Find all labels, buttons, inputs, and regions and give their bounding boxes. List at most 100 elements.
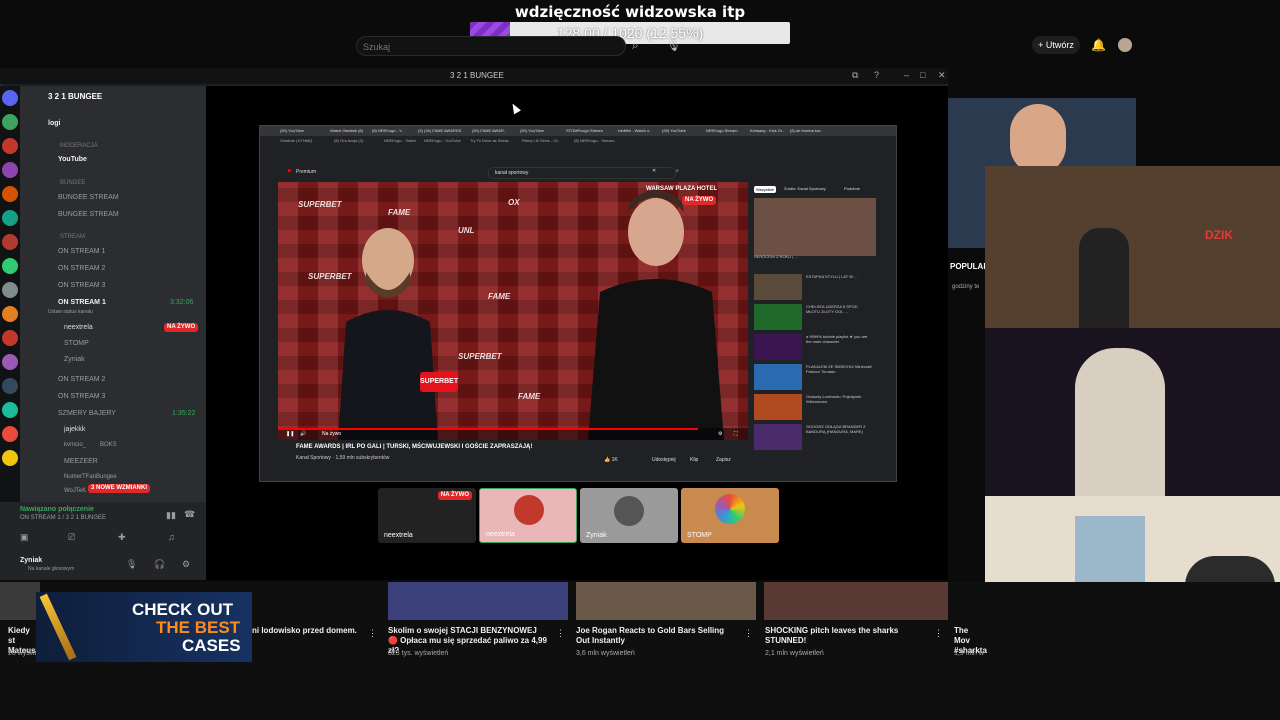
video-player[interactable]: SUPERBET FAME UNL OX SUPERBET FAME SUPER… bbox=[278, 182, 748, 440]
voice-channel-label[interactable]: ON STREAM 1 / 3 2 1 BUNGEE bbox=[20, 515, 106, 521]
more-options-icon[interactable]: ⋮ bbox=[556, 628, 565, 639]
video-thumbnail[interactable] bbox=[388, 582, 568, 620]
settings-icon[interactable]: ⚙ bbox=[718, 431, 722, 437]
more-options-icon[interactable]: ⋮ bbox=[934, 628, 943, 639]
browser-tab[interactable]: Kvbaaay - Kick Gr.. bbox=[750, 128, 784, 133]
channel-on-stream[interactable]: ON STREAM 3 bbox=[58, 282, 105, 289]
category-moderacja[interactable]: MODERACJA bbox=[60, 143, 98, 149]
member-name[interactable]: jajekkk bbox=[64, 426, 85, 433]
member-name[interactable]: neextrela bbox=[64, 324, 93, 331]
related-item[interactable]: a 9999% bubble playlist ★ you are the ma… bbox=[754, 334, 876, 362]
camera-icon[interactable]: ▣ bbox=[20, 532, 29, 543]
minimize-icon[interactable]: – bbox=[904, 70, 909, 80]
server-icon[interactable] bbox=[2, 186, 18, 202]
category-bungee[interactable]: BUNGEE bbox=[60, 180, 85, 186]
like-button[interactable]: 👍 1K bbox=[604, 457, 618, 463]
participant-tile[interactable]: Zyniak bbox=[580, 488, 678, 543]
video-thumbnail[interactable] bbox=[576, 582, 756, 620]
clear-icon[interactable]: ✕ bbox=[652, 168, 656, 174]
participant-tile[interactable]: neextrela bbox=[479, 488, 577, 543]
channel-bungee-stream[interactable]: BUNGEE STREAM bbox=[58, 194, 119, 201]
filter-chip[interactable]: Wszystkie bbox=[754, 186, 776, 193]
bookmark[interactable]: Rrkey Li0 Skins - Ot.. bbox=[522, 138, 560, 143]
save-button[interactable]: Zapisz bbox=[716, 457, 731, 463]
server-name[interactable]: 3 2 1 BUNGEE bbox=[48, 92, 102, 101]
related-item[interactable]: Gwiazdy Lombardu: Pojedynek Wieżowców bbox=[754, 394, 876, 422]
server-icon[interactable] bbox=[2, 162, 18, 178]
headphones-icon[interactable]: 🎧 bbox=[154, 559, 165, 570]
channel-on-stream-active[interactable]: ON STREAM 1 bbox=[58, 299, 106, 306]
search-icon[interactable]: ⌕ bbox=[676, 168, 679, 174]
activities-icon[interactable]: ✚ bbox=[118, 532, 126, 543]
server-icon[interactable] bbox=[2, 258, 18, 274]
channel-szmery-bajery[interactable]: SZMERY BAJERY bbox=[58, 410, 116, 417]
video-title[interactable]: SHOCKING pitch leaves the sharks STUNNED… bbox=[765, 626, 925, 646]
member-name[interactable]: MEEZEER bbox=[64, 458, 98, 465]
server-icon[interactable] bbox=[2, 354, 18, 370]
channel-on-stream[interactable]: ON STREAM 3 bbox=[58, 393, 105, 400]
browser-tab[interactable]: STOMPcogo Stream bbox=[566, 128, 603, 133]
shorts-shelf[interactable] bbox=[754, 198, 876, 256]
browser-tab[interactable]: (8) NEEKogo - Y.. bbox=[372, 128, 403, 133]
channel-youtube[interactable]: YouTube bbox=[58, 156, 87, 163]
soundboard-icon[interactable]: ♫ bbox=[168, 532, 175, 542]
bookmark[interactable]: NEEKogo - YouTube bbox=[424, 138, 461, 143]
avatar[interactable] bbox=[1118, 38, 1132, 52]
filter-chip[interactable]: Podobne bbox=[844, 186, 860, 191]
member-name[interactable]: WoJTeK bbox=[64, 488, 86, 494]
server-icon[interactable] bbox=[2, 426, 18, 442]
channel-on-stream[interactable]: ON STREAM 2 bbox=[58, 265, 105, 272]
channel-on-stream[interactable]: ON STREAM 2 bbox=[58, 376, 105, 383]
bookmark[interactable]: (8) NEEKogo - Stream.. bbox=[574, 138, 616, 143]
browser-tab[interactable]: NEEKogo Stream bbox=[706, 128, 738, 133]
category-stream[interactable]: STREAM bbox=[60, 234, 85, 240]
participant-tile[interactable]: NA ŻYWO neextrela bbox=[378, 488, 476, 543]
bookmark[interactable]: Ostatnie (10 NMQ .. bbox=[280, 138, 316, 143]
server-icon[interactable] bbox=[2, 306, 18, 322]
search-icon[interactable]: ⌕ bbox=[632, 38, 639, 53]
related-item[interactable]: GOOGRZ ODŁĄGA BRANDER Z BANDURĄ (HANDURA… bbox=[754, 424, 876, 452]
video-progress[interactable] bbox=[278, 428, 698, 430]
help-icon[interactable]: ? bbox=[874, 70, 879, 80]
related-item[interactable]: PLAKALEM ZE ŚMIECHU! Minecraft Parkour T… bbox=[754, 364, 876, 392]
more-options-icon[interactable]: ⋮ bbox=[368, 628, 377, 639]
filter-chip[interactable]: Źródło: Kanał Sportowy bbox=[784, 186, 826, 191]
bookmark[interactable]: (8) Gra twoja (3) .. bbox=[334, 138, 366, 143]
channel-bungee-stream[interactable]: BUNGEE STREAM bbox=[58, 211, 119, 218]
fullscreen-icon[interactable]: ⛶ bbox=[734, 431, 738, 437]
browser-tab[interactable]: (29) YouTube bbox=[662, 128, 686, 133]
participant-tile[interactable]: STOMP bbox=[681, 488, 779, 543]
clip-button[interactable]: Klip bbox=[690, 457, 698, 463]
browser-tab[interactable]: Watch Ostatnik (8) bbox=[330, 128, 363, 133]
volume-icon[interactable]: 🔊 bbox=[300, 431, 306, 437]
more-options-icon[interactable]: ⋮ bbox=[744, 628, 753, 639]
mentions-badge[interactable]: 3 NOWE WZMIANKI bbox=[88, 484, 150, 493]
share-button[interactable]: Udostępnij bbox=[652, 457, 676, 463]
channel-status-hint[interactable]: Ustaw status kanału bbox=[48, 309, 93, 315]
gear-icon[interactable]: ⚙ bbox=[182, 559, 190, 570]
channel-name[interactable]: Kanał Sportowy bbox=[296, 455, 331, 461]
mic-icon[interactable]: 🎙 bbox=[126, 559, 137, 570]
create-button[interactable]: + Utwórz bbox=[1032, 36, 1080, 54]
yt-logo-icon[interactable]: ▶ bbox=[288, 168, 292, 174]
member-name[interactable]: NumerTFanBungee bbox=[64, 474, 117, 480]
yt-search-input[interactable]: Szukaj bbox=[356, 36, 626, 56]
server-icon[interactable] bbox=[2, 450, 18, 466]
bell-icon[interactable]: 🔔 bbox=[1091, 38, 1106, 52]
server-icon[interactable] bbox=[2, 90, 18, 106]
bookmark[interactable]: NEEKogo - Twitch bbox=[384, 138, 416, 143]
browser-tab[interactable]: (8) air bomba kur.. bbox=[790, 128, 822, 133]
server-icon[interactable] bbox=[2, 378, 18, 394]
server-icon[interactable] bbox=[2, 282, 18, 298]
video-title[interactable]: Joe Rogan Reacts to Gold Bars Selling Ou… bbox=[576, 626, 736, 646]
shared-browser-window[interactable]: (20) YouTube Watch Ostatnik (8) (8) NEEK… bbox=[259, 125, 897, 482]
related-item[interactable]: CHELSEA UDERZA 5 SPOD MŁOTU ZŁOTY GOL ..… bbox=[754, 304, 876, 332]
browser-tab[interactable]: rdnMini - Watch o.. bbox=[618, 128, 651, 133]
server-icon[interactable] bbox=[2, 210, 18, 226]
channel-on-stream[interactable]: ON STREAM 1 bbox=[58, 248, 105, 255]
server-icon[interactable] bbox=[2, 330, 18, 346]
disconnect-icon[interactable]: ☎ bbox=[184, 509, 195, 520]
popout-icon[interactable]: ⧉ bbox=[852, 70, 858, 81]
channel-logi[interactable]: logi bbox=[48, 120, 60, 127]
video-thumbnail[interactable] bbox=[0, 582, 40, 620]
